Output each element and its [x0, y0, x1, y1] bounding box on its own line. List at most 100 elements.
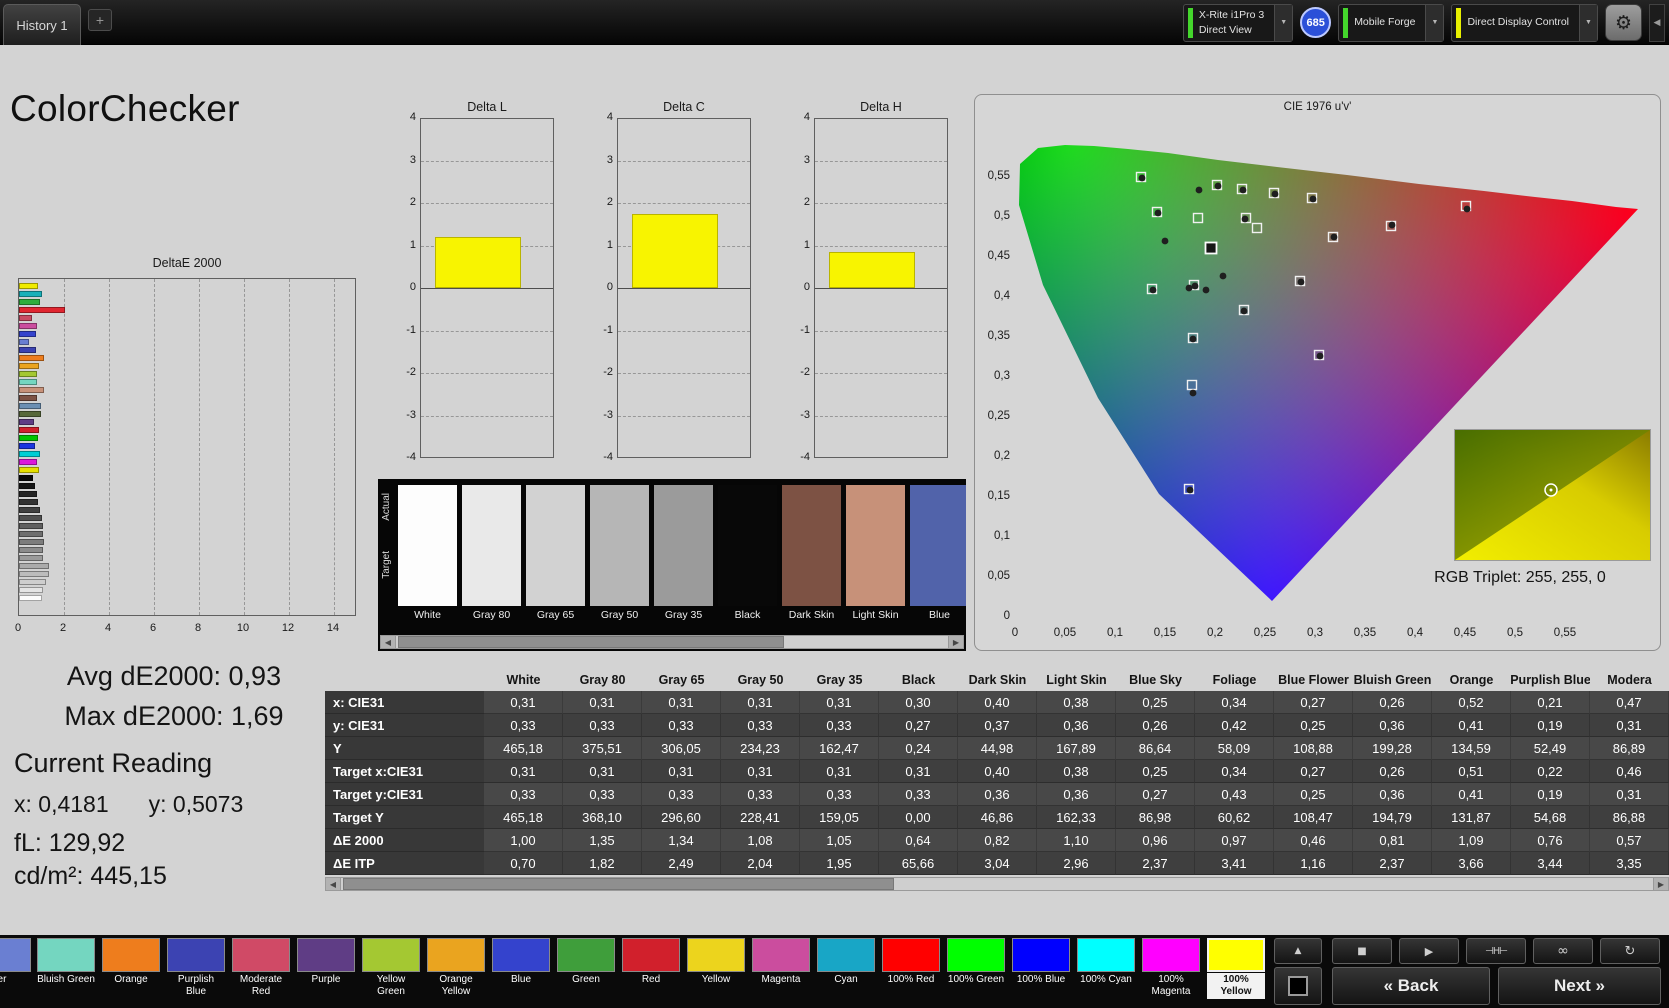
delta-gridline: [815, 373, 947, 374]
scroll-left-icon[interactable]: ◀: [326, 878, 341, 890]
pattern-window-button[interactable]: [1274, 967, 1322, 1005]
table-row-label: Y: [325, 737, 484, 760]
scrollbar-track[interactable]: [396, 636, 948, 648]
cie-y-tick-label: 0,05: [988, 570, 1010, 582]
scrollbar-thumb[interactable]: [398, 636, 785, 648]
patch-color-swatch: [232, 938, 290, 972]
patch-moderate-red[interactable]: Moderate Red: [232, 938, 290, 999]
next-button[interactable]: Next »: [1498, 967, 1661, 1005]
patch-100-cyan[interactable]: 100% Cyan: [1077, 938, 1135, 999]
patch-cyan[interactable]: Cyan: [817, 938, 875, 999]
table-cell: 46,86: [958, 806, 1037, 829]
deltae2000-plot: [18, 278, 356, 616]
patch-purple[interactable]: Purple: [297, 938, 355, 999]
patch-yellow-green[interactable]: Yellow Green: [362, 938, 420, 999]
patch-label: 100% Cyan: [1080, 974, 1132, 985]
patch-magenta[interactable]: Magenta: [752, 938, 810, 999]
table-cell: 159,05: [800, 806, 879, 829]
patch-red[interactable]: Red: [622, 938, 680, 999]
stop-button[interactable]: ■: [1332, 938, 1392, 964]
table-cell: 0,25: [1274, 783, 1353, 806]
table-cell: 0,33: [484, 783, 563, 806]
de-x-tick-label: 14: [326, 622, 340, 634]
patch-label: Cyan: [834, 974, 858, 985]
scrollbar-track[interactable]: [341, 878, 1653, 890]
patch-100-blue[interactable]: 100% Blue: [1012, 938, 1070, 999]
patch-label: Bluish Green: [37, 974, 95, 985]
table-column-header: Gray 65: [658, 672, 705, 687]
patch-blue[interactable]: Blue: [492, 938, 550, 999]
patch-label: 100% Magenta: [1151, 974, 1191, 998]
patch-yellow[interactable]: Yellow: [687, 938, 745, 999]
patch-bluish-green[interactable]: Bluish Green: [37, 938, 95, 999]
add-tab-button[interactable]: +: [88, 9, 112, 31]
scrollbar-thumb[interactable]: [343, 878, 895, 890]
measure-button[interactable]: ⊣H⊢: [1466, 938, 1526, 964]
table-column-header: Bluish Green: [1353, 672, 1432, 687]
table-column-header: White: [506, 672, 541, 687]
patch-orange-yellow[interactable]: Orange Yellow: [427, 938, 485, 999]
patch-100-red[interactable]: 100% Red: [882, 938, 940, 999]
refresh-button[interactable]: ↻: [1600, 938, 1660, 964]
scroll-right-icon[interactable]: ▶: [948, 636, 963, 648]
table-cell: 0,22: [1511, 760, 1590, 783]
delta-y-tick-label: 3: [803, 153, 810, 166]
de-x-tick-label: 10: [236, 622, 250, 634]
de-gridline: [64, 279, 65, 615]
continuous-measure-button[interactable]: ∞: [1533, 938, 1593, 964]
swatch-gray-80: [462, 485, 521, 606]
cie-x-tick-label: 0,1: [1107, 627, 1123, 639]
patch-green[interactable]: Green: [557, 938, 615, 999]
cie-measured-dot: [1191, 282, 1199, 290]
table-cell: 44,98: [958, 737, 1037, 760]
swatch-dark-skin: [782, 485, 841, 606]
swatch-scrollbar[interactable]: ◀ ▶: [380, 635, 964, 649]
patch-100-magenta[interactable]: 100% Magenta: [1142, 938, 1200, 999]
collapse-panel-icon[interactable]: ◀: [1649, 3, 1665, 42]
chevron-down-icon[interactable]: ▼: [1579, 4, 1597, 41]
patch-100-yellow[interactable]: 100% Yellow: [1207, 938, 1265, 999]
swatch-label: Light Skin: [852, 609, 899, 621]
de-gridline: [334, 279, 335, 615]
table-cell: 3,35: [1590, 852, 1669, 875]
patch-color-swatch: [37, 938, 95, 972]
de-patch-bar: [19, 491, 37, 497]
patch-er[interactable]: er: [0, 938, 31, 999]
table-cell: 2,96: [1037, 852, 1116, 875]
patch-color-swatch: [1077, 938, 1135, 972]
tab-history-1[interactable]: History 1: [3, 4, 81, 45]
display-control-selector[interactable]: Direct Display Control ▼: [1451, 3, 1598, 42]
scroll-left-icon[interactable]: ◀: [381, 636, 396, 648]
expand-up-button[interactable]: ▲: [1274, 938, 1322, 964]
chevron-down-icon[interactable]: ▼: [1274, 4, 1293, 41]
table-cell: 0,33: [721, 714, 800, 737]
de-patch-bar: [19, 387, 44, 393]
patch-100-green[interactable]: 100% Green: [947, 938, 1005, 999]
patch-label: 100% Green: [947, 974, 1005, 985]
meter-profile-badge[interactable]: 685: [1300, 7, 1332, 38]
patch-purplish-blue[interactable]: Purplish Blue: [167, 938, 225, 999]
table-cell: 0,47: [1590, 691, 1669, 714]
table-cell: 162,47: [800, 737, 879, 760]
de-patch-bar: [19, 499, 38, 505]
avg-de2000-value: Avg dE2000: 0,93: [66, 661, 282, 691]
chevron-down-icon[interactable]: ▼: [1425, 4, 1444, 41]
back-button[interactable]: « Back: [1332, 967, 1490, 1005]
table-cell: 0,25: [1116, 760, 1195, 783]
table-cell: 0,82: [958, 829, 1037, 852]
swatch-label: Blue: [928, 609, 950, 621]
gear-icon[interactable]: ⚙: [1605, 4, 1642, 41]
play-button[interactable]: ▶: [1399, 938, 1459, 964]
de-gridline: [109, 279, 110, 615]
patch-label: 100% Red: [887, 974, 935, 985]
source-selector[interactable]: Mobile Forge ▼: [1338, 3, 1445, 42]
meter-selector[interactable]: X-Rite i1Pro 3 Direct View ▼: [1182, 3, 1294, 42]
patch-orange[interactable]: Orange: [102, 938, 160, 999]
delta-zero-line: [421, 288, 553, 289]
swatch-label: Gray 80: [472, 609, 511, 621]
table-cell: 0,31: [642, 691, 721, 714]
scroll-right-icon[interactable]: ▶: [1653, 878, 1668, 890]
table-scrollbar[interactable]: ◀ ▶: [325, 877, 1669, 891]
table-cell: 0,24: [879, 737, 958, 760]
delta-gridline: [618, 415, 750, 417]
